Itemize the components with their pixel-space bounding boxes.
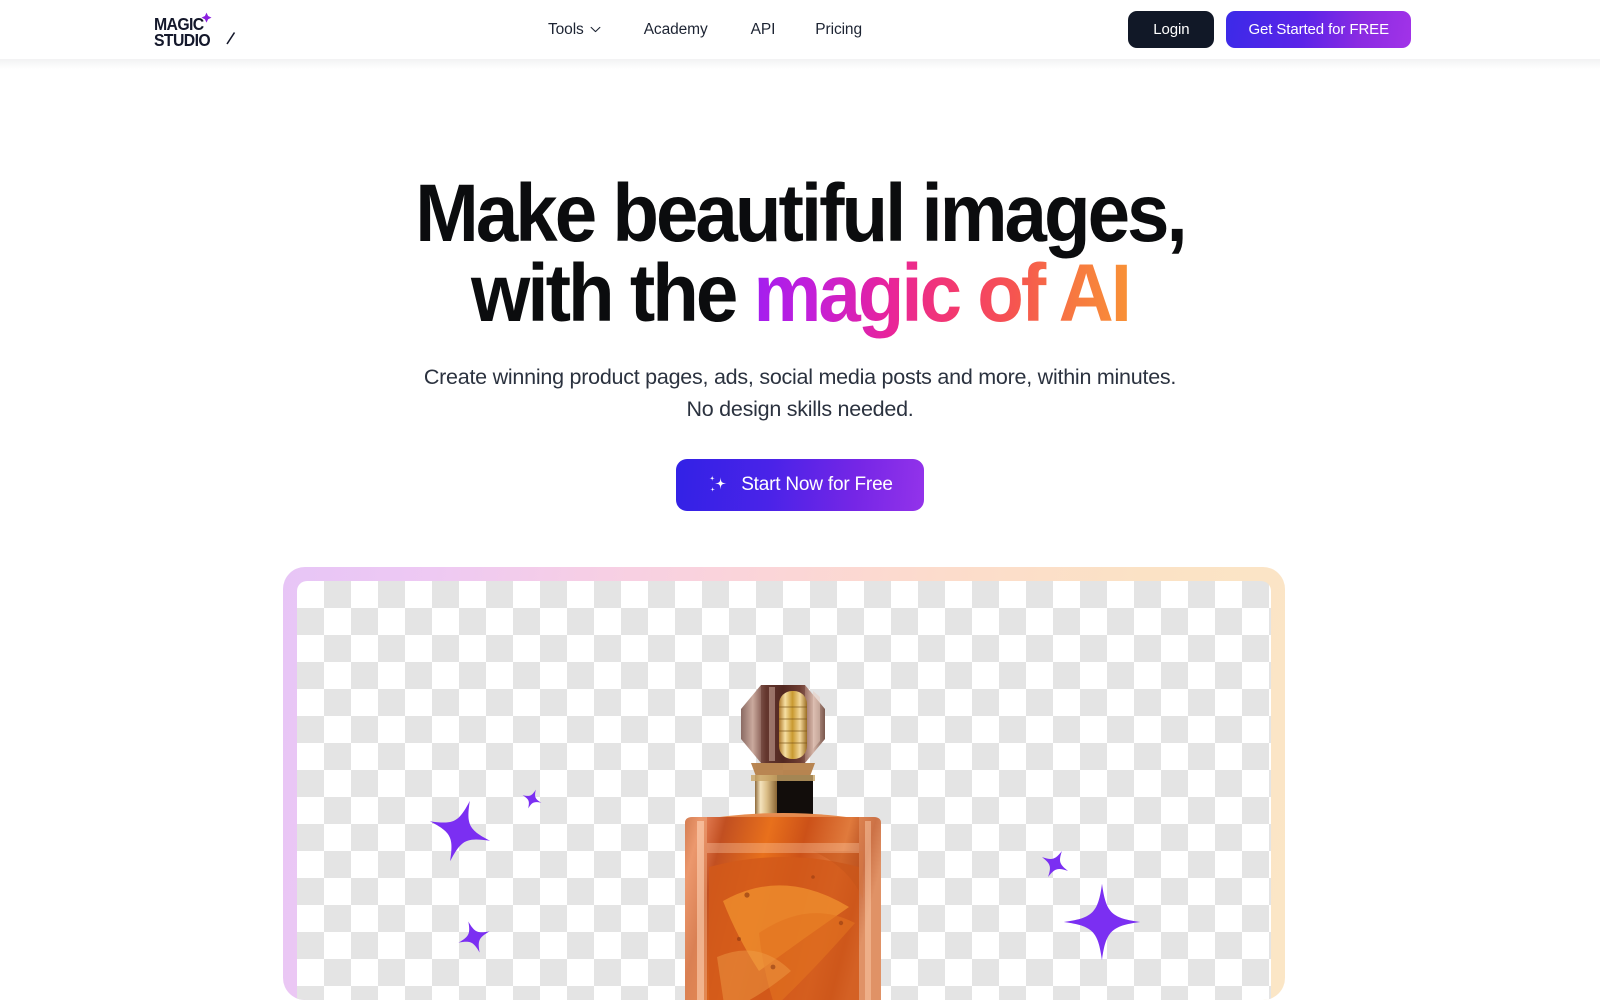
hero-subtitle-line-1: Create winning product pages, ads, socia… [423, 365, 1177, 389]
sparkle-star-icon [1042, 851, 1068, 877]
nav-item-academy[interactable]: Academy [644, 21, 708, 39]
start-now-button-label: Start Now for Free [741, 474, 893, 495]
nav-item-api[interactable]: API [751, 21, 776, 39]
sparkle-star-icon [522, 789, 542, 809]
nav-item-tools-label: Tools [548, 20, 584, 38]
hero-cta-wrap: Start Now for Free [0, 459, 1600, 511]
page-title: Make beautiful images, with the magic of… [56, 173, 1544, 335]
login-button[interactable]: Login [1128, 11, 1215, 48]
start-now-button[interactable]: Start Now for Free [676, 459, 924, 511]
nav-item-tools[interactable]: Tools [548, 21, 601, 39]
page-root: MAGIC STUDIO Tools Academy API Pricing L… [0, 0, 1600, 1000]
headline-line-2-plain: with the [471, 248, 754, 339]
hero-section: Make beautiful images, with the magic of… [0, 59, 1600, 511]
site-header: MAGIC STUDIO Tools Academy API Pricing L… [0, 0, 1600, 59]
sparkle-star-icon [458, 921, 490, 953]
sparkles-icon [709, 475, 727, 492]
nav-item-api-label: API [750, 20, 776, 38]
headline-gradient-text: magic of AI [753, 248, 1132, 339]
magic-studio-logo[interactable]: MAGIC STUDIO [154, 12, 244, 50]
transparency-checkerboard [297, 581, 1271, 1000]
headline-line-1: Make beautiful images, [415, 168, 1187, 259]
showcase-card [283, 567, 1285, 1000]
nav-item-pricing[interactable]: Pricing [815, 21, 862, 39]
get-started-button[interactable]: Get Started for FREE [1226, 11, 1411, 48]
sparkle-star-icon [1063, 883, 1141, 961]
nav-item-pricing-label: Pricing [815, 20, 862, 38]
perfume-bottle-image [685, 685, 881, 1000]
hero-subtitle-line-2: No design skills needed. [686, 396, 914, 421]
headline-line-2: with the magic of AI [56, 253, 1544, 335]
nav-item-academy-label: Academy [643, 20, 708, 38]
hero-subtitle: Create winning product pages, ads, socia… [0, 362, 1600, 425]
svg-text:STUDIO: STUDIO [154, 30, 211, 50]
chevron-down-icon [590, 26, 601, 33]
sparkle-star-icon [429, 800, 491, 862]
main-nav: Tools Academy API Pricing [548, 0, 862, 59]
header-actions: Login Get Started for FREE [1128, 11, 1411, 48]
